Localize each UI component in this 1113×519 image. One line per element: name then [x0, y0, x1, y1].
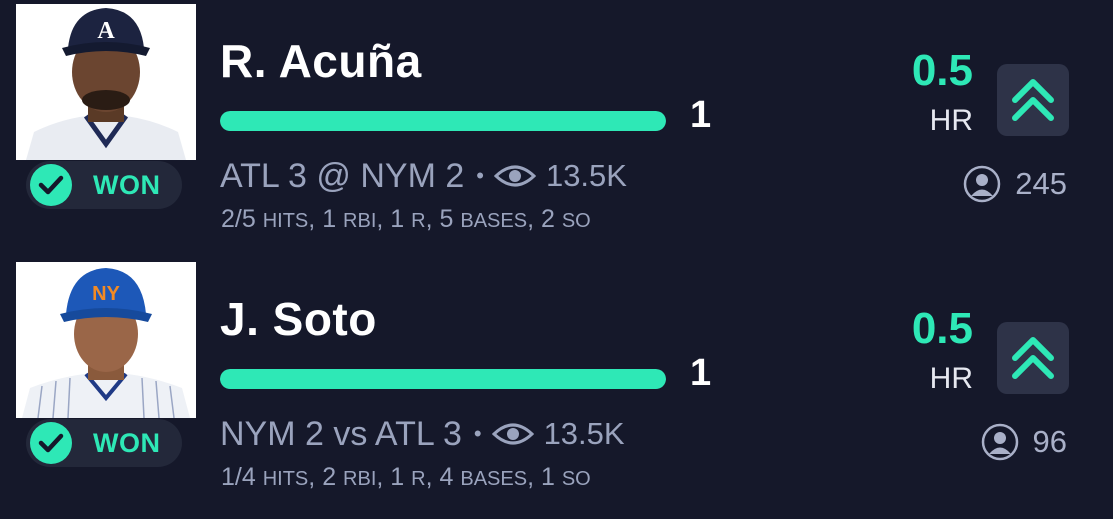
prop-card[interactable]: NY WON J. Soto 1 NYM 2 vs ATL 3 • 13.5K … — [0, 258, 1113, 516]
prop-line: 0.5 — [911, 46, 973, 95]
won-badge: WON — [26, 419, 182, 467]
pick-count: 245 — [963, 164, 1067, 204]
checkmark-icon — [30, 164, 72, 206]
prop-card[interactable]: A WON R. Acuña 1 ATL 3 @ NYM 2 • 13.5K 2… — [0, 0, 1113, 258]
view-count: 13.5K — [545, 158, 627, 193]
stat-line: 2/5 HITS, 1 RBI, 1 R, 5 BASES, 2 SO — [221, 205, 591, 233]
won-badge: WON — [26, 161, 182, 209]
progress-bar — [220, 111, 666, 131]
double-chevron-up-icon — [1012, 337, 1054, 379]
player-avatar: A — [16, 4, 196, 160]
game-info: ATL 3 @ NYM 2 • 13.5K — [220, 156, 627, 196]
stat-line: 1/4 HITS, 2 RBI, 1 R, 4 BASES, 1 SO — [221, 463, 591, 491]
stat-bases: 5 — [439, 205, 454, 233]
view-count: 13.5K — [543, 416, 625, 451]
stat-rbi-label: RBI — [343, 210, 377, 232]
eye-icon — [493, 162, 537, 190]
stat-bases-label: BASES — [460, 210, 528, 232]
checkmark-icon — [30, 422, 72, 464]
user-icon — [981, 423, 1019, 461]
player-name[interactable]: J. Soto — [220, 292, 377, 346]
more-pick-button[interactable] — [997, 322, 1069, 394]
pick-count: 96 — [981, 422, 1067, 462]
stat-hits: 2/5 — [221, 205, 256, 233]
stat-rbi-label: RBI — [343, 468, 377, 490]
progress-fill — [220, 369, 666, 389]
stat-so: 2 — [540, 205, 555, 233]
stat-hits-label: HITS — [262, 468, 309, 490]
stat-rbi: 1 — [322, 205, 337, 233]
more-pick-button[interactable] — [997, 64, 1069, 136]
result-label: WON — [93, 170, 161, 200]
stat-rbi: 2 — [322, 463, 337, 491]
stat-type: HR — [929, 362, 973, 395]
game-matchup: ATL 3 @ NYM 2 — [220, 156, 465, 195]
player-avatar: NY — [16, 262, 196, 418]
pick-count-value: 245 — [1015, 166, 1067, 201]
separator-dot: • — [476, 163, 484, 188]
svg-text:NY: NY — [92, 283, 120, 305]
eye-icon — [491, 420, 534, 448]
stat-runs: 1 — [390, 205, 405, 233]
stat-bases-label: BASES — [460, 468, 528, 490]
stat-type: HR — [929, 104, 973, 137]
player-name[interactable]: R. Acuña — [220, 34, 422, 88]
game-matchup: NYM 2 vs ATL 3 — [220, 414, 462, 453]
stat-hits: 1/4 — [221, 463, 256, 491]
pick-count-value: 96 — [1032, 424, 1067, 459]
double-chevron-up-icon — [1012, 79, 1054, 121]
stat-so-label: SO — [561, 210, 591, 232]
user-icon — [963, 165, 1001, 203]
stat-bases: 4 — [439, 463, 454, 491]
progress-value: 1 — [690, 94, 712, 136]
stat-hits-label: HITS — [262, 210, 309, 232]
stat-so-label: SO — [561, 468, 591, 490]
separator-dot: • — [473, 421, 482, 446]
progress-value: 1 — [690, 352, 712, 394]
stat-so: 1 — [540, 463, 555, 491]
game-info: NYM 2 vs ATL 3 • 13.5K — [220, 414, 625, 454]
stat-runs-label: R — [411, 468, 426, 490]
stat-runs-label: R — [411, 210, 426, 232]
stat-runs: 1 — [390, 463, 405, 491]
svg-text:A: A — [97, 18, 115, 44]
prop-line: 0.5 — [911, 304, 973, 353]
progress-fill — [220, 111, 666, 131]
progress-bar — [220, 369, 666, 389]
result-label: WON — [93, 428, 161, 458]
